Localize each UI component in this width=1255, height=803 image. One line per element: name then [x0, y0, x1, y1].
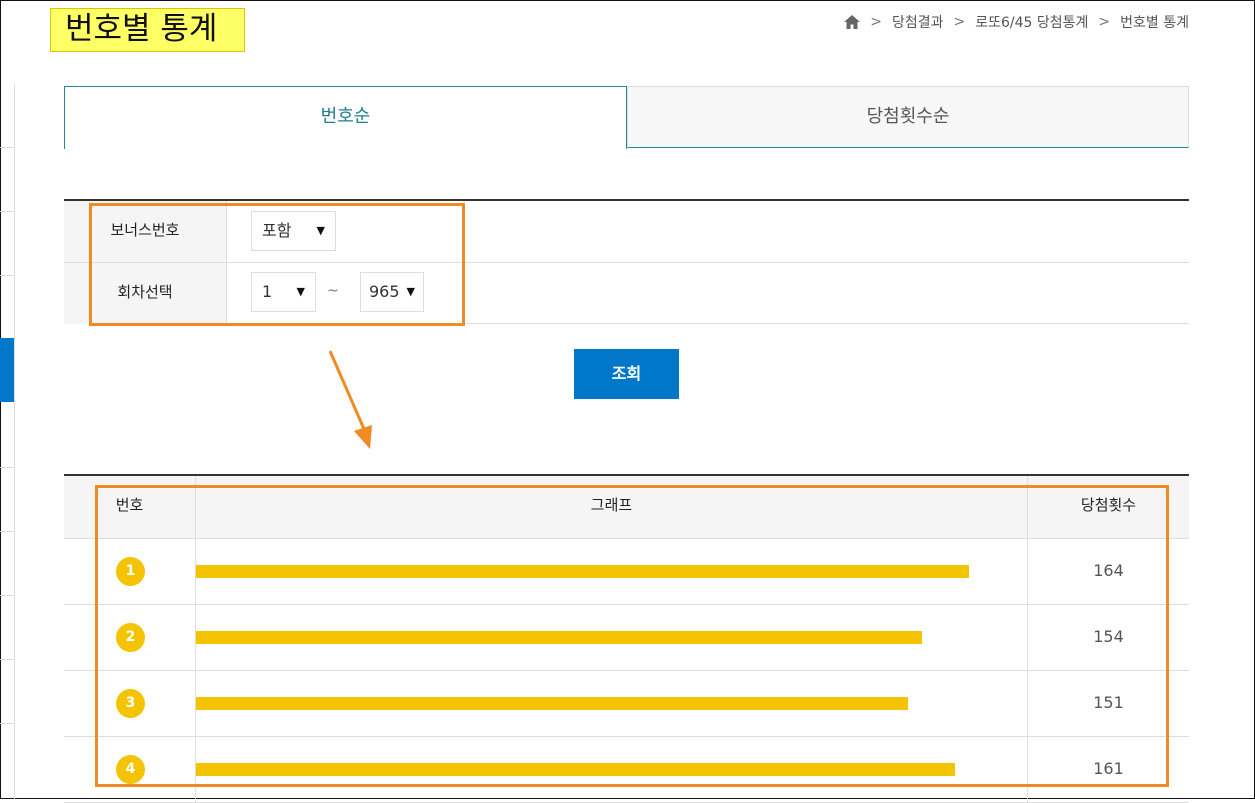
highlight-box-filter — [89, 203, 465, 326]
tab-number-order[interactable]: 번호순 — [64, 86, 627, 149]
breadcrumb-item[interactable]: 로또6/45 당첨통계 — [975, 12, 1088, 32]
sidebar-active-item[interactable] — [0, 338, 14, 402]
sidebar-fragment — [0, 84, 15, 799]
chevron-right-icon: > — [870, 14, 882, 30]
breadcrumb-item-current: 번호별 통계 — [1120, 15, 1189, 31]
highlight-box-table — [95, 485, 1169, 787]
chevron-right-icon: > — [1098, 14, 1111, 30]
sort-tabs: 번호순 당첨횟수순 — [64, 86, 1189, 149]
chevron-right-icon: > — [953, 14, 966, 30]
tab-win-count-order[interactable]: 당첨횟수순 — [627, 86, 1189, 148]
arrow-down-icon — [328, 350, 372, 449]
page-title: 번호별 통계 — [50, 8, 245, 52]
breadcrumb: > 당첨결과 > 로또6/45 당첨통계 > 번호별 통계 — [844, 12, 1189, 32]
home-icon[interactable] — [844, 15, 861, 29]
breadcrumb-item[interactable]: 당첨결과 — [892, 12, 944, 32]
search-button[interactable]: 조회 — [574, 349, 679, 399]
